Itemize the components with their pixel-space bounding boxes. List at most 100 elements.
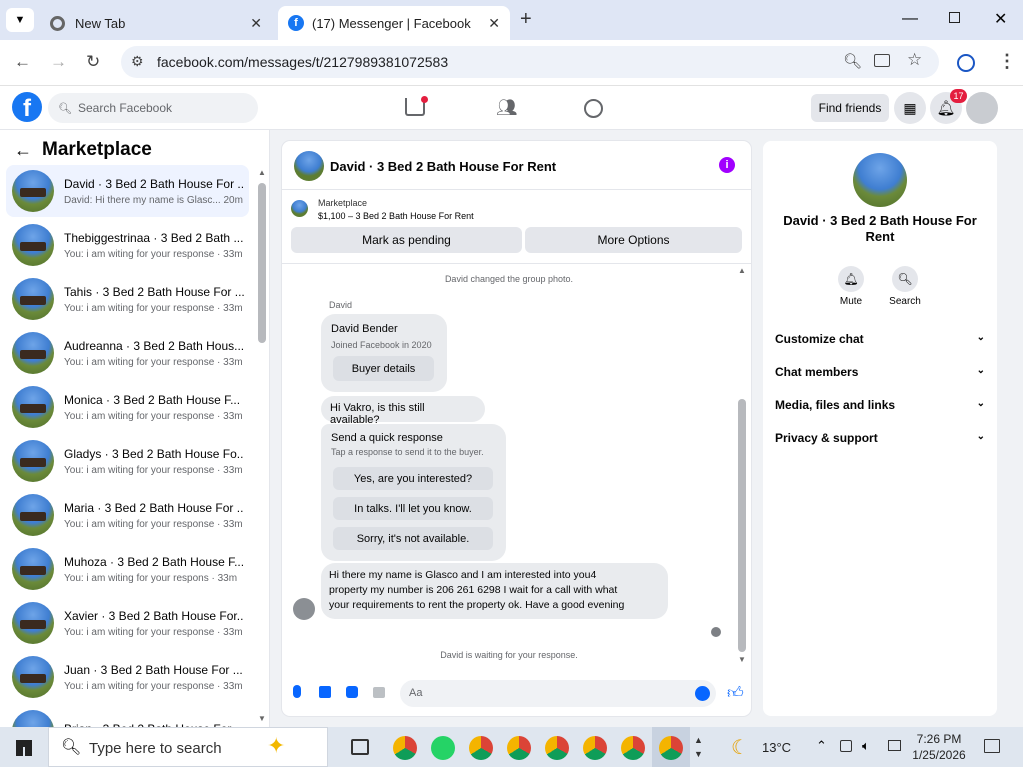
notifications-icon[interactable]: [984, 739, 1000, 753]
chrome-profile-taskbar-icon[interactable]: [545, 736, 569, 760]
mute-button[interactable]: 🔔︎: [838, 266, 864, 292]
bookmark-star-icon[interactable]: ☆: [907, 50, 922, 70]
message-input[interactable]: Aa: [400, 680, 716, 707]
search-conversation-button[interactable]: 🔍︎: [892, 266, 918, 292]
find-friends-button[interactable]: Find friends: [811, 94, 889, 122]
account-avatar[interactable]: [966, 92, 998, 124]
more-options-button[interactable]: More Options: [525, 227, 742, 253]
language-icon[interactable]: [888, 740, 901, 751]
menu-grid-icon[interactable]: ▦: [894, 92, 926, 124]
tab-messenger[interactable]: f (17) Messenger | Facebook ✕: [278, 6, 510, 40]
chat-scroll-down-icon[interactable]: ▼: [738, 655, 746, 664]
friends-icon[interactable]: 👥︎: [496, 98, 518, 118]
groups-icon[interactable]: [584, 99, 603, 118]
like-thumbs-up-icon[interactable]: 👍︎: [727, 684, 744, 703]
row-label: Chat members: [775, 365, 859, 379]
conversation-item[interactable]: Muhoza · 3 Bed 2 Bath House F... You: i a…: [6, 543, 249, 595]
chrome-taskbar-icon[interactable]: [393, 736, 417, 760]
quick-response-title: Send a quick response: [331, 432, 443, 444]
emoji-icon[interactable]: [695, 686, 710, 701]
info-avatar[interactable]: [853, 153, 907, 207]
close-tab-icon[interactable]: ✕: [488, 15, 500, 32]
conversation-text: Monica · 3 Bed 2 Bath House F... You: i a…: [64, 393, 244, 422]
info-icon[interactable]: i: [719, 157, 735, 173]
hidden-icons-chevron-icon[interactable]: ⌃: [816, 738, 827, 754]
clock-date[interactable]: 1/25/2026: [906, 748, 972, 762]
install-icon[interactable]: [874, 54, 890, 67]
taskbar-search-box[interactable]: 🔍︎ Type here to search ✦: [48, 727, 328, 767]
buyer-details-button[interactable]: Buyer details: [333, 356, 434, 381]
conversation-item[interactable]: Gladys · 3 Bed 2 Bath House Fo... You: i …: [6, 435, 249, 487]
chat-scroll-up-icon[interactable]: ▲: [738, 266, 746, 275]
mark-as-pending-button[interactable]: Mark as pending: [291, 227, 522, 253]
conversation-preview: You: i am witing for your response · 33m: [64, 518, 243, 530]
scrollbar-thumb[interactable]: [258, 183, 266, 343]
zoom-icon[interactable]: 🔍︎: [843, 52, 862, 70]
back-arrow-icon[interactable]: ←: [14, 140, 32, 161]
chat-title[interactable]: David · 3 Bed 2 Bath House For Rent: [330, 159, 556, 174]
chat-members-row[interactable]: Chat members ⌄: [775, 365, 985, 379]
conversation-item[interactable]: Maria · 3 Bed 2 Bath House For ... You: i…: [6, 489, 249, 541]
microphone-icon[interactable]: [293, 685, 301, 698]
customize-chat-row[interactable]: Customize chat ⌄: [775, 332, 985, 346]
privacy-support-row[interactable]: Privacy & support ⌄: [775, 431, 985, 445]
conversation-item[interactable]: Audreanna · 3 Bed 2 Bath Hous... You: i a…: [6, 327, 249, 379]
forward-icon[interactable]: →: [50, 52, 67, 72]
facebook-search-input[interactable]: 🔍︎ Search Facebook: [48, 93, 258, 123]
chat-scrollbar-thumb[interactable]: [738, 399, 746, 652]
quick-reply-in-talks-button[interactable]: In talks. I'll let you know.: [333, 497, 493, 520]
speaker-icon[interactable]: 🔈︎: [862, 738, 870, 754]
conversation-item[interactable]: Tahis · 3 Bed 2 Bath House For ... You: i…: [6, 273, 249, 325]
chrome-active-taskbar-icon[interactable]: [659, 736, 683, 760]
tab-title: (17) Messenger | Facebook: [312, 15, 471, 31]
tab-search-button[interactable]: ▼: [6, 8, 34, 32]
conversation-item[interactable]: David · 3 Bed 2 Bath House For ... David:…: [6, 165, 249, 217]
conversation-text: Juan · 3 Bed 2 Bath House For ... You: i …: [64, 663, 244, 692]
conversation-item[interactable]: Xavier · 3 Bed 2 Bath House For... You: i…: [6, 597, 249, 649]
conversation-item[interactable]: Monica · 3 Bed 2 Bath House F... You: i a…: [6, 381, 249, 433]
conversation-item[interactable]: Juan · 3 Bed 2 Bath House For ... You: i …: [6, 651, 249, 703]
chrome-profile-taskbar-icon[interactable]: [507, 736, 531, 760]
listing-thumbnail[interactable]: [291, 200, 308, 217]
close-tab-icon[interactable]: ✕: [250, 15, 262, 32]
conversation-item[interactable]: Thebiggestrinaa · 3 Bed 2 Bath ... You: i…: [6, 219, 249, 271]
back-icon[interactable]: ←: [14, 52, 31, 72]
conversation-item[interactable]: Brian · 3 Bed 2 Bath House For ...: [6, 705, 249, 727]
search-icon: 🔍︎: [58, 102, 72, 115]
media-files-links-row[interactable]: Media, files and links ⌄: [775, 398, 985, 412]
profile-icon[interactable]: [957, 54, 975, 72]
quick-reply-sorry-button[interactable]: Sorry, it's not available.: [333, 527, 493, 550]
chrome-profile-taskbar-icon[interactable]: [469, 736, 493, 760]
window-close-icon[interactable]: ✕: [994, 9, 1007, 29]
site-info-icon[interactable]: ⚙: [131, 53, 144, 70]
task-view-icon[interactable]: [351, 739, 369, 755]
facebook-favicon-icon: f: [288, 15, 304, 31]
network-icon[interactable]: [840, 740, 852, 752]
whatsapp-taskbar-icon[interactable]: [431, 736, 455, 760]
new-tab-button[interactable]: +: [520, 8, 532, 31]
menu-kebab-icon[interactable]: ⋮: [998, 51, 1016, 72]
conversation-name: Gladys · 3 Bed 2 Bath House Fo...: [64, 446, 244, 461]
tab-new-tab[interactable]: New Tab ✕: [40, 6, 272, 40]
url-bar[interactable]: ⚙ facebook.com/messages/t/21279893810725…: [121, 46, 939, 78]
listing-divider: [282, 263, 751, 264]
minimize-icon[interactable]: —: [902, 10, 918, 28]
gif-icon[interactable]: [373, 687, 385, 698]
quick-reply-yes-button[interactable]: Yes, are you interested?: [333, 467, 493, 490]
restore-icon[interactable]: [949, 12, 960, 23]
chat-header-avatar[interactable]: [294, 151, 324, 181]
taskbar-scroll-icon[interactable]: ▲ ▼: [694, 733, 703, 761]
scroll-up-icon[interactable]: ▲: [258, 168, 266, 177]
listing-description[interactable]: $1,100 – 3 Bed 2 Bath House For Rent: [318, 211, 474, 221]
clock-time[interactable]: 7:26 PM: [908, 732, 970, 746]
sticker-icon[interactable]: [346, 686, 358, 698]
weather-text[interactable]: 13°C: [762, 740, 791, 755]
facebook-logo-icon[interactable]: f: [12, 92, 42, 122]
photo-icon[interactable]: [319, 686, 331, 698]
message-bubble: Hi Vakro, is this still available?: [321, 396, 485, 426]
chrome-profile-taskbar-icon[interactable]: [621, 736, 645, 760]
windows-start-icon[interactable]: [16, 740, 32, 756]
reload-icon[interactable]: ↻: [86, 52, 100, 72]
scroll-down-icon[interactable]: ▼: [258, 714, 266, 723]
chrome-profile-taskbar-icon[interactable]: [583, 736, 607, 760]
